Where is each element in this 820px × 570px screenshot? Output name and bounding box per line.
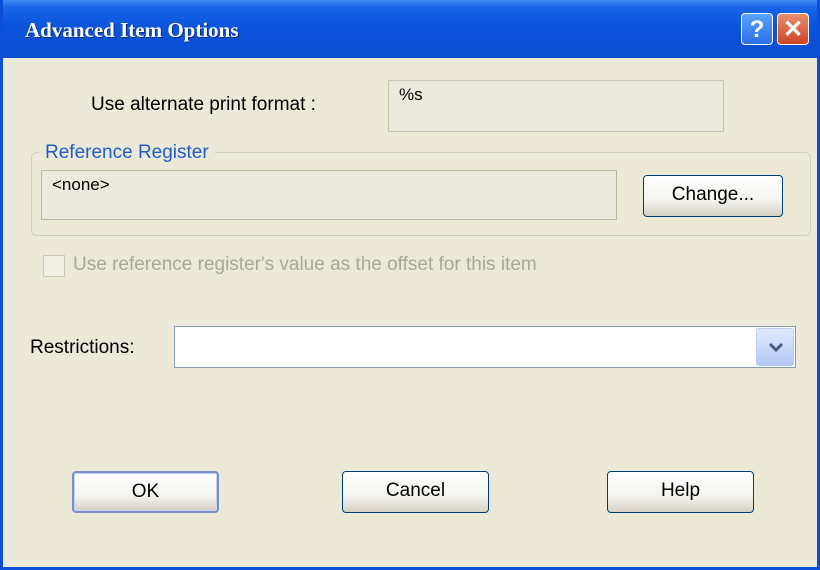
dialog-content: Use alternate print format : %s Referenc… (3, 58, 817, 567)
close-icon[interactable]: ✕ (777, 13, 809, 45)
restrictions-select[interactable] (174, 326, 796, 368)
print-format-field[interactable]: %s (388, 80, 724, 132)
print-format-value: %s (399, 85, 423, 104)
reference-register-title: Reference Register (39, 142, 215, 164)
offset-checkbox-label: Use reference register's value as the of… (73, 254, 537, 275)
ok-button[interactable]: OK (72, 471, 219, 513)
cancel-button[interactable]: Cancel (342, 471, 489, 513)
dialog-window: Advanced Item Options ? ✕ Use alternate … (0, 0, 820, 570)
reference-register-value: <none> (52, 175, 110, 194)
change-button[interactable]: Change... (643, 175, 783, 217)
reference-register-field: <none> (41, 170, 617, 220)
title-bar[interactable]: Advanced Item Options ? ✕ (3, 0, 817, 58)
offset-checkbox[interactable] (43, 255, 65, 277)
restrictions-label: Restrictions: (30, 337, 135, 358)
chevron-down-icon[interactable] (756, 328, 794, 366)
print-format-label: Use alternate print format : (91, 94, 316, 115)
help-button[interactable]: Help (607, 471, 754, 513)
window-title: Advanced Item Options (25, 18, 239, 42)
help-icon[interactable]: ? (741, 13, 773, 45)
